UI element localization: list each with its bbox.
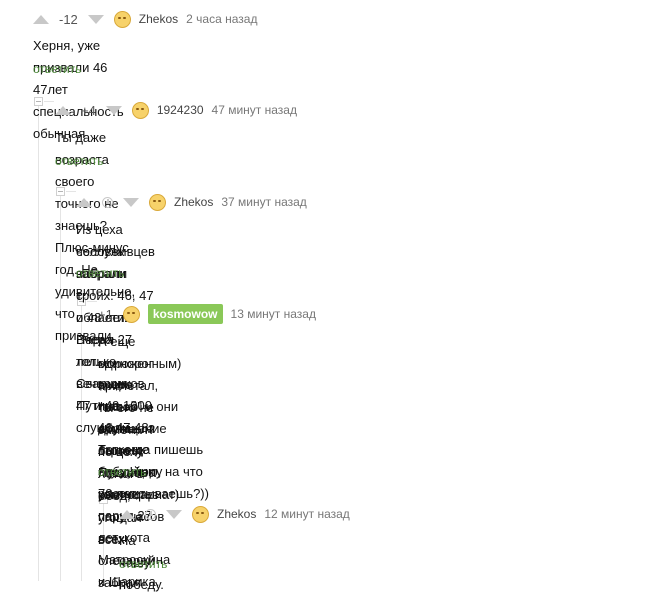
clock-icon — [145, 508, 156, 520]
reply-link[interactable]: ответить — [55, 154, 103, 168]
avatar-icon[interactable] — [122, 305, 140, 323]
comment-time[interactable]: 12 минут назад — [264, 507, 349, 521]
comment-header: -12 Zhekos 2 часа назад — [33, 8, 257, 30]
comment-time[interactable]: 47 минут назад — [212, 103, 297, 117]
downvote-arrow-icon[interactable] — [87, 14, 104, 24]
avatar-icon[interactable] — [192, 505, 209, 523]
upvote-arrow-icon[interactable] — [33, 14, 49, 24]
comment-rating: +4 — [81, 102, 96, 118]
comment-text-line: мороженным) — [98, 356, 182, 371]
reply-link[interactable]: ответить — [98, 465, 146, 479]
avatar-icon[interactable] — [149, 193, 166, 211]
downvote-arrow-icon[interactable] — [123, 197, 139, 207]
downvote-arrow-icon[interactable] — [166, 509, 182, 519]
comment-username[interactable]: Zhekos — [139, 12, 178, 26]
comment-header: Zhekos 12 минут назад — [119, 503, 350, 525]
comment-time[interactable]: 13 минут назад — [231, 307, 316, 321]
comment-header: +4 1924230 47 минут назад — [55, 99, 297, 121]
comment-username[interactable]: Zhekos — [217, 507, 256, 521]
reply-link[interactable]: ответить — [119, 557, 167, 571]
downvote-arrow-icon[interactable] — [105, 105, 122, 115]
comment-rating: -12 — [59, 11, 78, 27]
comment-header: +1 kosmowow 13 минут назад — [98, 303, 316, 325]
comment-username[interactable]: Zhekos — [174, 195, 213, 209]
upvote-arrow-icon[interactable] — [119, 509, 135, 519]
comment-username[interactable]: kosmowow — [147, 304, 223, 324]
comment-time[interactable]: 37 минут назад — [221, 195, 306, 209]
reply-link[interactable]: ответить — [76, 266, 124, 280]
upvote-arrow-icon[interactable] — [55, 105, 71, 115]
comment-header: Zhekos 37 минут назад — [76, 191, 307, 213]
clock-icon — [102, 196, 113, 208]
comment-time[interactable]: 2 часа назад — [186, 12, 257, 26]
avatar-icon[interactable] — [113, 10, 131, 28]
reply-link[interactable]: ответить — [33, 62, 81, 76]
comment-rating: +1 — [98, 306, 113, 322]
upvote-arrow-icon[interactable] — [76, 197, 92, 207]
avatar-icon[interactable] — [131, 101, 149, 119]
thread-line — [38, 102, 39, 581]
comment-username[interactable]: 1924230 — [157, 103, 204, 117]
